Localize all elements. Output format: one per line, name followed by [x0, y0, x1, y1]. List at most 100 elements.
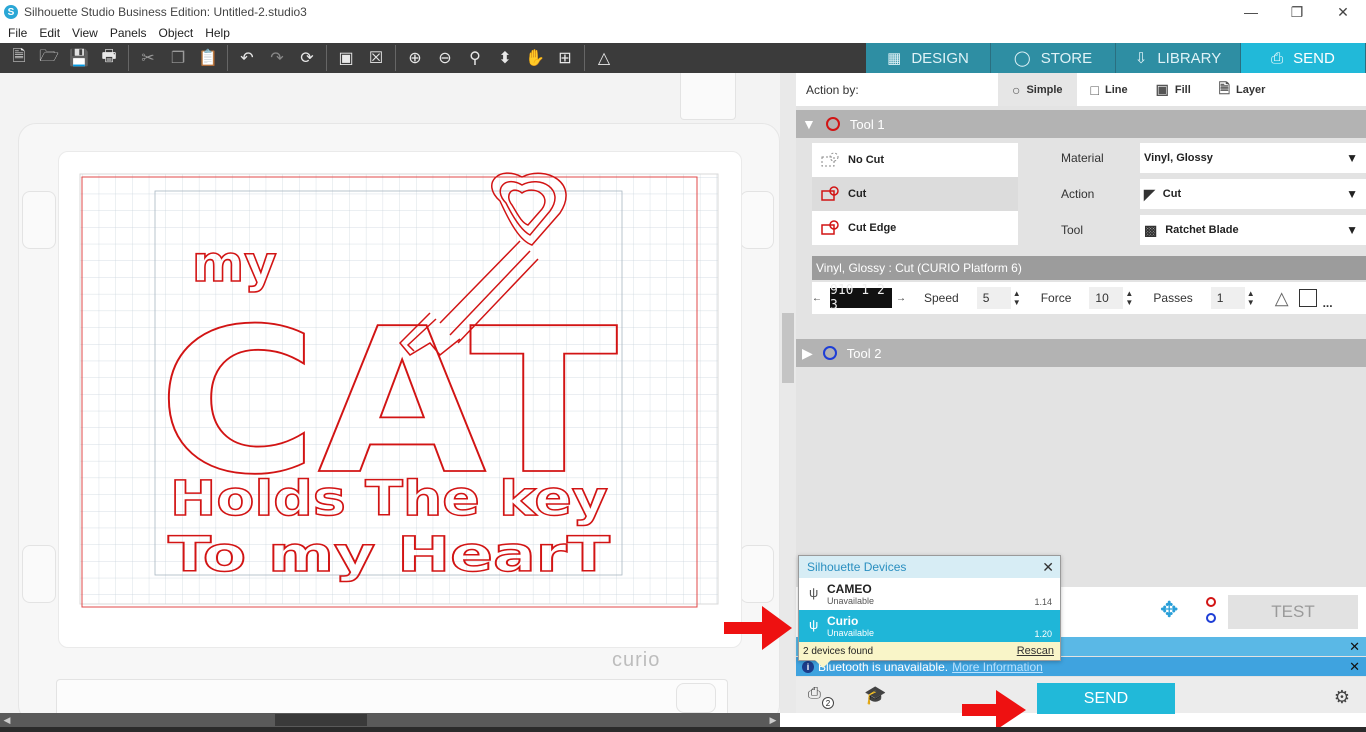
ungroup-icon[interactable]: ☒ [361, 44, 391, 72]
square-outline-icon[interactable] [1298, 289, 1317, 307]
canvas-horizontal-scrollbar[interactable]: ◀ ▶ [0, 713, 780, 727]
close-button[interactable]: ✕ [1320, 0, 1366, 24]
move-arrows-icon[interactable]: ✥ [1160, 597, 1178, 623]
device-selector-icon[interactable]: ⎙ [808, 685, 821, 703]
action-dropdown[interactable]: ◤ Cut ▼ [1140, 179, 1366, 209]
window-title: Silhouette Studio Business Edition: Unti… [24, 5, 307, 19]
zoom-in-icon[interactable]: ⊕ [400, 44, 430, 72]
red-ring-icon [1206, 597, 1216, 607]
action-by-fill-label: Fill [1174, 83, 1191, 96]
silhouette-devices-popup: Silhouette Devices ✕ ψ CAMEO Unavailable… [798, 555, 1061, 668]
menu-panels[interactable]: Panels [110, 26, 147, 40]
menu-view[interactable]: View [72, 26, 98, 40]
blade-left-arrow-icon[interactable]: ← [812, 293, 822, 304]
blade-depth-display[interactable]: 910 1 2 3 [830, 283, 892, 313]
action-row: Action ◤ Cut ▼ [1036, 179, 1366, 209]
force-stepper-icon[interactable]: ▲ ▼ [1125, 289, 1135, 307]
cut-scissors-icon[interactable]: ✂ [133, 44, 163, 72]
vertical-scroll-thumb[interactable] [782, 313, 794, 383]
save-icon[interactable]: 💾 [64, 44, 94, 72]
fit-to-page-icon[interactable]: ⊞ [550, 44, 580, 72]
group-icon[interactable]: ▣ [331, 44, 361, 72]
open-folder-icon[interactable]: 🗁 [34, 44, 64, 72]
test-button[interactable]: TEST [1228, 595, 1358, 629]
cut-settings-row: ← 910 1 2 3 → Speed 5 ▲ ▼ Force 10 ▲ ▼ Pas… [812, 282, 1366, 314]
print-icon[interactable]: 🖶 [94, 44, 124, 72]
devices-found-text: 2 devices found [803, 645, 874, 657]
line-segment-overcut-icon[interactable]: △ [1275, 288, 1289, 309]
rescan-link[interactable]: Rescan [1017, 645, 1054, 657]
drag-zoom-icon[interactable]: ⬍ [490, 44, 520, 72]
force-input[interactable]: 10 [1089, 287, 1124, 309]
passes-stepper-icon[interactable]: ▲ ▼ [1247, 289, 1257, 307]
speed-stepper-icon[interactable]: ▲ ▼ [1013, 289, 1023, 307]
menu-file[interactable]: File [8, 26, 27, 40]
tab-design[interactable]: ▦ DESIGN [866, 43, 991, 73]
minimize-button[interactable]: — [1228, 0, 1274, 24]
redraw-icon[interactable]: ⟳ [292, 44, 322, 72]
material-info-bar: Vinyl, Glossy : Cut (CURIO Platform 6) [812, 256, 1366, 280]
design-text-holds-the-key: Holds The key [170, 471, 608, 527]
toolbar-divider [227, 45, 228, 71]
action-by-line[interactable]: □ Line [1077, 73, 1142, 106]
passes-input[interactable]: 1 [1210, 287, 1245, 309]
notification-close-icon[interactable]: ✕ [1349, 639, 1360, 655]
cut-option-cut-edge[interactable]: Cut Edge [812, 211, 1018, 245]
action-by-label: Action by: [806, 82, 859, 97]
expand-triangle-icon[interactable]: ▶ [802, 345, 813, 362]
collapse-triangle-icon[interactable]: ▼ [802, 116, 816, 132]
tool-2-header[interactable]: ▶ Tool 2 [796, 339, 1366, 367]
tab-send-label: SEND [1293, 49, 1335, 67]
paste-icon[interactable]: 📋 [193, 44, 223, 72]
no-cut-icon [818, 151, 840, 169]
more-options-icon[interactable]: ... [1323, 296, 1333, 310]
cut-edge-label: Cut Edge [848, 222, 897, 234]
tool-dropdown[interactable]: ▩ Ratchet Blade ▼ [1140, 215, 1366, 245]
bluetooth-message: Bluetooth is unavailable. [818, 659, 949, 674]
design-text-my: my [192, 235, 277, 293]
cut-option-no-cut[interactable]: No Cut [812, 143, 1018, 177]
material-dropdown[interactable]: Vinyl, Glossy ▼ [1140, 143, 1366, 173]
menu-edit[interactable]: Edit [39, 26, 60, 40]
tool-1-header[interactable]: ▼ Tool 1 [796, 110, 1366, 138]
trace-icon[interactable]: △ [589, 44, 619, 72]
scroll-left-icon[interactable]: ◀ [0, 713, 14, 727]
action-by-line-label: Line [1105, 83, 1128, 96]
devices-popup-footer: 2 devices found Rescan [799, 642, 1060, 660]
action-by-simple[interactable]: ○ Simple [998, 73, 1077, 106]
tab-design-label: DESIGN [911, 49, 969, 67]
devices-popup-close-icon[interactable]: ✕ [1042, 559, 1054, 576]
tab-store[interactable]: ◯ STORE [991, 43, 1116, 73]
bluetooth-notification-close-icon[interactable]: ✕ [1349, 659, 1360, 675]
horizontal-scroll-thumb[interactable] [275, 714, 367, 726]
pan-hand-icon[interactable]: ✋ [520, 44, 550, 72]
device-item-curio[interactable]: ψ Curio Unavailable 1.20 [799, 610, 1060, 642]
restore-button[interactable]: ❐ [1274, 0, 1320, 24]
blue-ring-icon [1206, 613, 1216, 623]
copy-icon[interactable]: ❐ [163, 44, 193, 72]
zoom-select-icon[interactable]: ⚲ [460, 44, 490, 72]
blade-right-arrow-icon[interactable]: → [896, 293, 906, 304]
scroll-right-icon[interactable]: ▶ [766, 713, 780, 727]
new-file-icon[interactable]: 🗎 [4, 44, 34, 72]
action-by-fill[interactable]: ▣ Fill [1142, 73, 1205, 106]
silhouette-app-icon: S [4, 5, 18, 19]
cut-option-cut[interactable]: Cut [812, 177, 1018, 211]
speed-input[interactable]: 5 [976, 287, 1011, 309]
tab-library[interactable]: ⇩ LIBRARY [1116, 43, 1241, 73]
menu-object[interactable]: Object [159, 26, 194, 40]
undo-icon[interactable]: ↶ [232, 44, 262, 72]
dropdown-arrow-icon: ▼ [1346, 151, 1358, 165]
tab-send[interactable]: ⎙ SEND [1241, 43, 1366, 73]
gear-icon[interactable]: ⚙ [1334, 687, 1350, 708]
more-information-link[interactable]: More Information [952, 660, 1043, 674]
action-by-layer[interactable]: 🗎 Layer [1205, 73, 1280, 106]
design-canvas[interactable]: my CAT Holds The key To my HearT curio [0, 73, 780, 713]
redo-icon[interactable]: ↷ [262, 44, 292, 72]
zoom-out-icon[interactable]: ⊖ [430, 44, 460, 72]
tool-row: Tool ▩ Ratchet Blade ▼ [1036, 215, 1366, 245]
menu-help[interactable]: Help [205, 26, 230, 40]
device-item-cameo[interactable]: ψ CAMEO Unavailable 1.14 [799, 578, 1060, 610]
graduation-cap-icon[interactable]: 🎓 [864, 685, 886, 706]
send-button[interactable]: SEND [1037, 683, 1175, 714]
